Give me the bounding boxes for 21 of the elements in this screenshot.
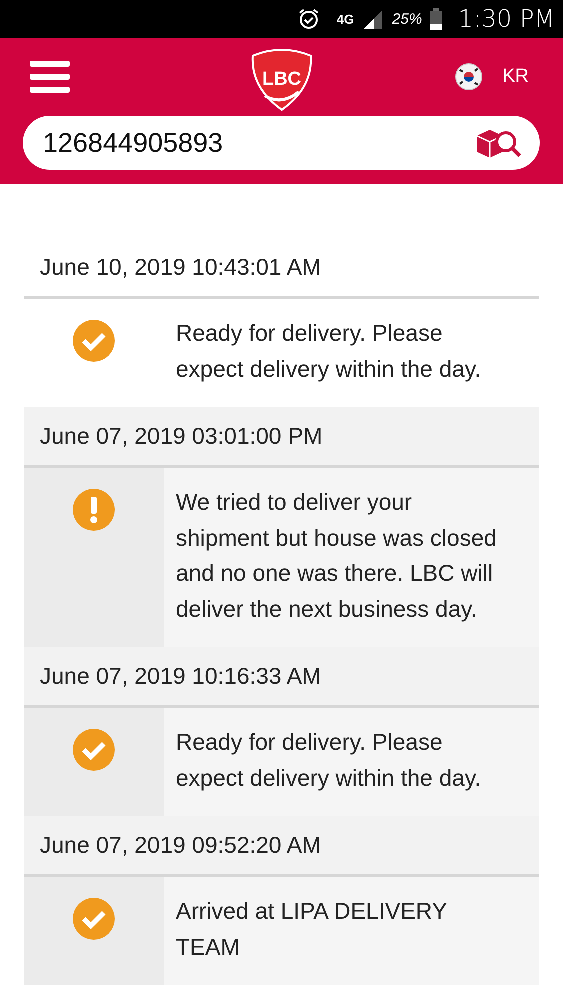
network-label: 4G [336,12,354,26]
signal-icon [362,9,384,29]
event-date: June 07, 2019 03:01:00 PM [24,407,539,468]
menu-icon [30,61,70,93]
search-field[interactable]: 126844905893 [23,116,540,170]
checkmark-icon [72,728,116,772]
event-date: June 07, 2019 09:52:20 AM [24,816,539,877]
language-button[interactable]: KR [502,66,529,88]
event-message: Ready for delivery. Please expect delivery within the day. [164,708,539,816]
battery-icon [430,8,442,30]
clock-time: 1:30 PM [458,5,555,33]
checkmark-icon [72,319,116,363]
event-message: Arrived at LIPA DELIVERY TEAM [164,877,539,985]
checkmark-icon [72,897,116,941]
flag-icon [454,63,483,91]
event-message: We tried to deliver your shipment but house was closed and no one was there. LBC will deliver the next business day. [164,468,539,647]
battery-percent: 25% [392,10,422,28]
event-date: June 07, 2019 10:16:33 AM [24,647,539,708]
alarm-icon [296,7,321,31]
menu-button[interactable] [30,61,70,93]
exclamation-icon [72,488,116,532]
